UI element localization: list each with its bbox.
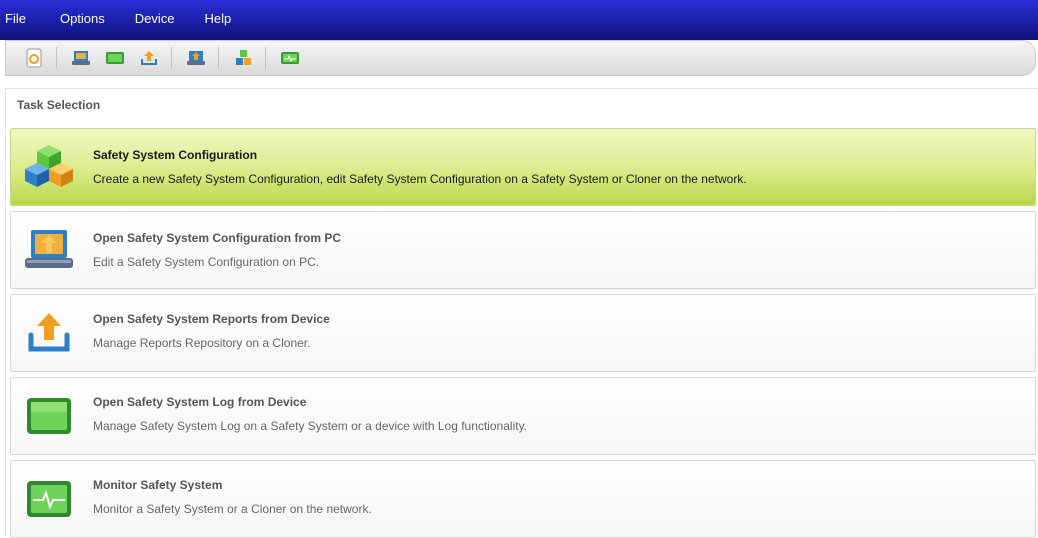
cubes-icon	[236, 50, 251, 65]
refresh-icon	[26, 48, 42, 68]
task-description: Create a new Safety System Configuration…	[93, 172, 747, 186]
task-safety-system-configuration[interactable]: Safety System Configuration Create a new…	[10, 128, 1036, 206]
task-title: Open Safety System Reports from Device	[93, 312, 330, 326]
monitor-icon	[27, 481, 71, 517]
toolbar-refresh-button[interactable]	[22, 46, 46, 70]
toolbar-separator	[218, 47, 219, 69]
toolbar-separator	[265, 47, 266, 69]
task-description: Manage Reports Repository on a Cloner.	[93, 336, 311, 350]
toolbar-laptop-button[interactable]	[69, 46, 93, 70]
screen-icon	[27, 398, 71, 434]
menu-file[interactable]: File	[5, 11, 26, 26]
menu-bar: File Options Device Help	[0, 0, 1038, 40]
monitor-icon	[281, 52, 299, 64]
screen-icon	[106, 52, 124, 64]
laptop-upload-icon	[187, 51, 205, 65]
toolbar-cubes-button[interactable]	[231, 46, 255, 70]
menu-help[interactable]: Help	[205, 11, 232, 26]
laptop-icon	[25, 230, 73, 268]
toolbar-upload-button[interactable]	[137, 46, 161, 70]
task-open-log-from-device[interactable]: Open Safety System Log from Device Manag…	[10, 377, 1036, 455]
task-description: Monitor a Safety System or a Cloner on t…	[93, 502, 372, 516]
menu-options[interactable]: Options	[60, 11, 105, 26]
task-title: Open Safety System Configuration from PC	[93, 231, 342, 245]
toolbar-screen-button[interactable]	[103, 46, 127, 70]
toolbar	[5, 40, 1036, 76]
toolbar-separator	[171, 47, 172, 69]
upload-icon	[141, 51, 157, 65]
toolbar-laptop-upload-button[interactable]	[184, 46, 208, 70]
cubes-icon	[25, 145, 73, 187]
menu-device[interactable]: Device	[135, 11, 175, 26]
upload-icon	[28, 313, 70, 352]
task-title: Open Safety System Log from Device	[93, 395, 307, 409]
task-title: Monitor Safety System	[93, 478, 223, 492]
task-title: Safety System Configuration	[93, 148, 258, 162]
laptop-icon	[72, 51, 90, 65]
task-description: Manage Safety System Log on a Safety Sys…	[93, 419, 528, 433]
task-monitor-safety-system[interactable]: Monitor Safety System Monitor a Safety S…	[10, 460, 1036, 538]
task-open-configuration-from-pc[interactable]: Open Safety System Configuration from PC…	[10, 211, 1036, 289]
section-title: Task Selection	[17, 98, 101, 112]
toolbar-separator	[56, 47, 57, 69]
task-description: Edit a Safety System Configuration on PC…	[93, 255, 320, 269]
toolbar-monitor-button[interactable]	[278, 46, 302, 70]
task-open-reports-from-device[interactable]: Open Safety System Reports from Device M…	[10, 294, 1036, 372]
